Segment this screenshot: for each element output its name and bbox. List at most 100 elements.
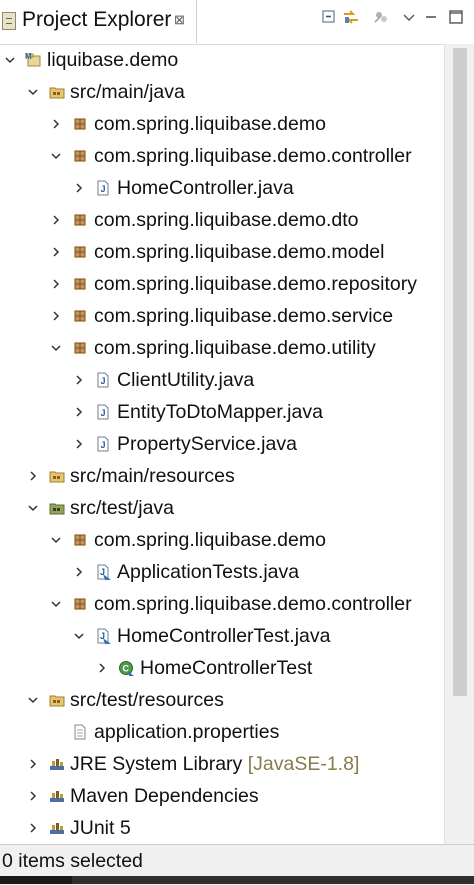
tree-item-label: JUnit 5 [70, 817, 131, 839]
tree-item-label: com.spring.liquibase.demo.utility [94, 337, 376, 359]
tree-item-label: src/test/resources [70, 689, 224, 711]
chevron-right-icon[interactable] [48, 236, 64, 268]
library-name: JRE System Library [70, 753, 243, 775]
source-folder-icon [48, 499, 66, 517]
package-icon [71, 115, 89, 133]
close-icon[interactable]: ⊠ [174, 12, 185, 28]
status-text: 0 items selected [2, 850, 143, 872]
java-file-icon: J [94, 403, 112, 421]
tree-item-source-folder[interactable]: src/main/java [0, 76, 444, 108]
chevron-down-icon[interactable] [48, 140, 64, 172]
tree-item-label: com.spring.liquibase.demo [94, 113, 326, 135]
maximize-icon[interactable] [447, 8, 465, 26]
tree-item-java-file[interactable]: J HomeController.java [0, 172, 444, 204]
chevron-right-icon[interactable] [48, 204, 64, 236]
svg-text:M: M [25, 52, 32, 61]
scrollbar-thumb[interactable] [453, 48, 467, 696]
tree-item-package[interactable]: com.spring.liquibase.demo [0, 108, 444, 140]
view-menu-icon[interactable] [400, 8, 418, 26]
tree-item-label: HomeControllerTest [140, 657, 313, 679]
tree-item-java-test-file[interactable]: J HomeControllerTest.java [0, 620, 444, 652]
tree-item-label: PropertyService.java [117, 433, 297, 455]
tree-item-package[interactable]: com.spring.liquibase.demo.service [0, 300, 444, 332]
chevron-down-icon[interactable] [25, 684, 41, 716]
tree-item-java-file[interactable]: J ClientUtility.java [0, 364, 444, 396]
tree-item-package[interactable]: com.spring.liquibase.demo.dto [0, 204, 444, 236]
filters-icon[interactable] [372, 8, 390, 26]
package-icon [71, 307, 89, 325]
collapse-all-icon[interactable] [320, 8, 338, 26]
chevron-right-icon[interactable] [94, 652, 110, 684]
chevron-down-icon[interactable] [48, 588, 64, 620]
svg-text:J: J [101, 408, 106, 418]
chevron-right-icon[interactable] [48, 300, 64, 332]
chevron-right-icon[interactable] [25, 812, 41, 844]
tree-item-library[interactable]: JRE System Library [JavaSE-1.8] [0, 748, 444, 780]
chevron-right-icon[interactable] [71, 556, 87, 588]
java-file-icon: J [94, 179, 112, 197]
tree-item-label: liquibase.demo [47, 49, 179, 71]
package-icon [71, 147, 89, 165]
tree-item-java-file[interactable]: J PropertyService.java [0, 428, 444, 460]
chevron-right-icon[interactable] [71, 364, 87, 396]
tree-item-library[interactable]: JUnit 5 [0, 812, 444, 844]
tree-item-java-file[interactable]: J EntityToDtoMapper.java [0, 396, 444, 428]
chevron-right-icon[interactable] [25, 780, 41, 812]
tree-item-label: src/main/java [70, 81, 185, 103]
tree-item-source-folder[interactable]: src/test/resources [0, 684, 444, 716]
chevron-down-icon[interactable] [2, 44, 18, 76]
minimize-icon[interactable] [422, 8, 440, 26]
tree-item-java-test-file[interactable]: J ApplicationTests.java [0, 556, 444, 588]
tree-item-source-folder[interactable]: src/main/resources [0, 460, 444, 492]
tab-project-explorer[interactable]: Project Explorer ⊠ [0, 0, 197, 43]
tree-item-label: application.properties [94, 721, 280, 743]
tree-item-library[interactable]: Maven Dependencies [0, 780, 444, 812]
svg-text:J: J [101, 376, 106, 386]
tree-item-label: com.spring.liquibase.demo [94, 529, 326, 551]
package-icon [71, 595, 89, 613]
chevron-right-icon[interactable] [48, 268, 64, 300]
tree-item-label: Maven Dependencies [70, 785, 259, 807]
tree-item-package[interactable]: com.spring.liquibase.demo [0, 524, 444, 556]
chevron-down-icon[interactable] [48, 332, 64, 364]
tree-item-source-folder[interactable]: src/test/java [0, 492, 444, 524]
tree-item-package[interactable]: com.spring.liquibase.demo.model [0, 236, 444, 268]
svg-text:J: J [101, 440, 106, 450]
tree-item-class[interactable]: C HomeControllerTest [0, 652, 444, 684]
tree-item-label: com.spring.liquibase.demo.controller [94, 145, 412, 167]
source-folder-icon [48, 83, 66, 101]
tree-item-label: src/main/resources [70, 465, 235, 487]
tree-item-package[interactable]: com.spring.liquibase.demo.controller [0, 588, 444, 620]
chevron-right-icon[interactable] [48, 108, 64, 140]
chevron-right-icon[interactable] [71, 396, 87, 428]
java-file-icon: J [94, 435, 112, 453]
project-tree[interactable]: M liquibase.demo src/main/java com.sprin… [0, 44, 444, 844]
package-icon [71, 275, 89, 293]
source-folder-icon [48, 691, 66, 709]
chevron-down-icon[interactable] [71, 620, 87, 652]
chevron-right-icon[interactable] [71, 172, 87, 204]
package-icon [71, 211, 89, 229]
bottom-edge-left [0, 876, 72, 884]
chevron-down-icon[interactable] [25, 492, 41, 524]
chevron-right-icon[interactable] [71, 428, 87, 460]
tree-item-label: HomeControllerTest.java [117, 625, 331, 647]
tree-item-package[interactable]: com.spring.liquibase.demo.utility [0, 332, 444, 364]
tree-item-project[interactable]: M liquibase.demo [0, 44, 444, 76]
view-titlebar: Project Explorer ⊠ [0, 0, 474, 45]
chevron-down-icon[interactable] [25, 76, 41, 108]
chevron-down-icon[interactable] [48, 524, 64, 556]
project-icon: M [25, 51, 43, 69]
link-with-editor-icon[interactable] [342, 8, 360, 26]
window-bottom-edge [0, 876, 474, 884]
tree-item-label: src/test/java [70, 497, 175, 519]
library-icon [48, 787, 66, 805]
chevron-right-icon[interactable] [25, 460, 41, 492]
tree-item-package[interactable]: com.spring.liquibase.demo.repository [0, 268, 444, 300]
class-icon: C [117, 659, 135, 677]
tree-item-properties-file[interactable]: application.properties [0, 716, 444, 748]
chevron-right-icon[interactable] [25, 748, 41, 780]
tree-item-package[interactable]: com.spring.liquibase.demo.controller [0, 140, 444, 172]
vertical-scrollbar[interactable] [444, 44, 474, 844]
library-version: [JavaSE-1.8] [247, 753, 360, 775]
